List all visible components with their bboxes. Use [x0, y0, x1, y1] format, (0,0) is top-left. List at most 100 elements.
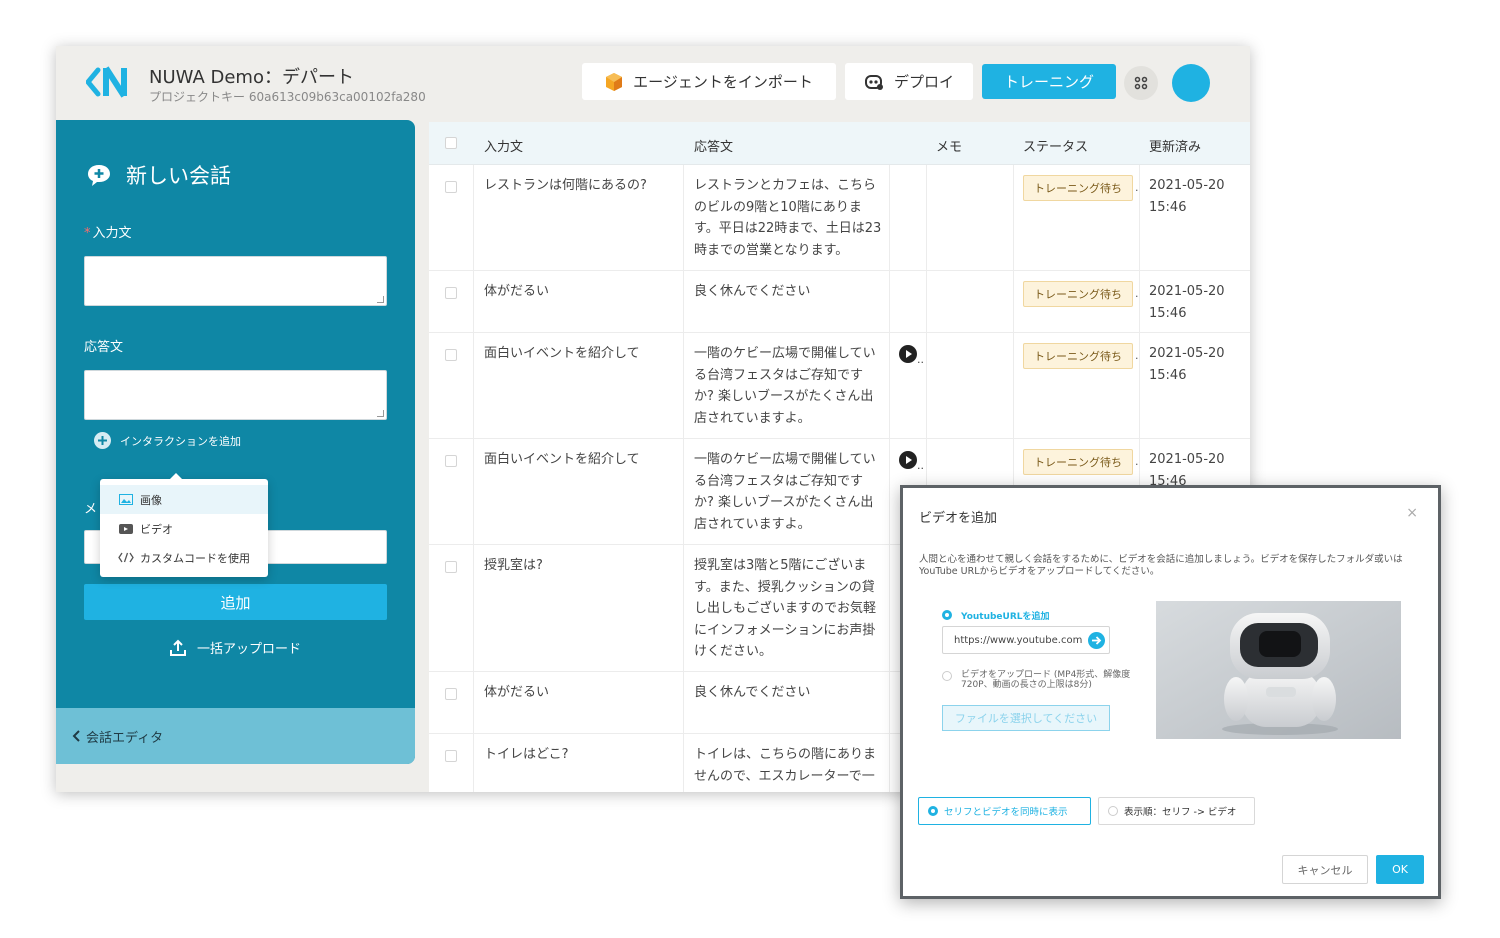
- input-label-text: 入力文: [92, 226, 132, 241]
- table-row[interactable]: 面白いイベントを紹介して 一階のケビー広場で開催している台湾フェスタはご存知です…: [429, 333, 1250, 439]
- panel-title-text: 新しい会話: [126, 164, 231, 188]
- status-badge: トレーニング待ち: [1023, 175, 1133, 201]
- row-response: 良く休んでください: [694, 284, 811, 299]
- youtube-url-input[interactable]: https://www.youtube.com: [942, 626, 1110, 654]
- modal-description: 人間と心を通わせて親しく会話をするために、ビデオを会話に追加しましょう。ビデオを…: [919, 554, 1403, 577]
- code-icon: [118, 552, 134, 563]
- menu-item-image[interactable]: 画像: [100, 485, 268, 514]
- row-response: 一階のケビー広場で開催している台湾フェスタはご存知ですか? 楽しいブースがたくさ…: [694, 346, 876, 426]
- response-label: 応答文: [84, 340, 124, 355]
- row-checkbox[interactable]: [445, 287, 457, 299]
- column-status[interactable]: ステータス: [1023, 136, 1088, 155]
- row-checkbox[interactable]: [445, 181, 457, 193]
- status-overflow: .: [1135, 455, 1139, 468]
- row-memo[interactable]: ..: [899, 451, 924, 477]
- status-badge: トレーニング待ち: [1023, 281, 1133, 307]
- training-button[interactable]: トレーニング: [982, 64, 1116, 99]
- chat-plus-icon: [86, 163, 112, 187]
- play-icon[interactable]: [899, 451, 917, 469]
- conversation-editor-toggle[interactable]: 会話エディタ: [56, 708, 415, 764]
- column-input[interactable]: 入力文: [484, 136, 523, 155]
- ok-button[interactable]: OK: [1376, 855, 1424, 884]
- modal-title: ビデオを追加: [919, 511, 998, 526]
- close-icon[interactable]: ×: [1406, 505, 1418, 521]
- row-checkbox[interactable]: [445, 688, 457, 700]
- app-title: NUWA Demo：デパート: [149, 67, 354, 88]
- nuwa-logo: [86, 66, 127, 98]
- status-overflow: .: [1135, 349, 1139, 362]
- column-response[interactable]: 応答文: [694, 136, 733, 155]
- video-icon: [118, 523, 134, 534]
- youtube-option-label[interactable]: YoutubeURLを追加: [961, 609, 1050, 622]
- row-checkbox[interactable]: [445, 455, 457, 467]
- apps-grid-icon[interactable]: [1124, 66, 1158, 100]
- memo-ellipsis: ..: [917, 459, 924, 472]
- response-textarea[interactable]: [84, 370, 387, 420]
- menu-item-custom-code-label: カスタムコードを使用: [140, 551, 250, 565]
- avatar[interactable]: [1172, 64, 1210, 102]
- display-sequential-option[interactable]: 表示順：セリフ -> ビデオ: [1098, 797, 1255, 825]
- row-updated: 2021-05-20 15:46: [1149, 284, 1225, 321]
- status-overflow: .: [1135, 287, 1139, 300]
- row-checkbox[interactable]: [445, 349, 457, 361]
- status-badge: トレーニング待ち: [1023, 343, 1133, 369]
- youtube-url-value: https://www.youtube.com: [954, 634, 1083, 646]
- row-updated: 2021-05-20 15:46: [1149, 346, 1225, 383]
- row-checkbox[interactable]: [445, 750, 457, 762]
- arrow-right-icon[interactable]: [1088, 632, 1105, 649]
- play-icon[interactable]: [899, 345, 917, 363]
- upload-option-radio[interactable]: [942, 671, 952, 681]
- display-sequential-radio[interactable]: [1108, 806, 1118, 816]
- row-input: トイレはどこ?: [484, 747, 569, 762]
- table-row[interactable]: 体がだるい 良く休んでください トレーニング待ち . 2021-05-20 15…: [429, 271, 1250, 333]
- column-memo[interactable]: メモ: [936, 136, 962, 155]
- row-input: レストランは何階にあるの?: [484, 178, 647, 193]
- bulk-upload-label: 一括アップロード: [197, 642, 302, 657]
- row-checkbox[interactable]: [445, 561, 457, 573]
- memo-ellipsis: ..: [917, 353, 924, 366]
- import-agent-button[interactable]: エージェントをインポート: [582, 63, 836, 100]
- status-badge: トレーニング待ち: [1023, 449, 1133, 475]
- table-header: 入力文 応答文 メモ ステータス 更新済み: [429, 122, 1250, 165]
- display-simultaneous-option[interactable]: セリフとビデオを同時に表示: [918, 797, 1091, 825]
- bulk-upload-button[interactable]: 一括アップロード: [169, 638, 301, 657]
- table-row[interactable]: レストランは何階にあるの? レストランとカフェは、こちらのビルの9階と10階にあ…: [429, 165, 1250, 271]
- upload-icon: [169, 639, 187, 657]
- status-overflow: .: [1135, 181, 1139, 194]
- panel-title: 新しい会話: [86, 160, 231, 190]
- memo-label: メ: [84, 502, 98, 517]
- menu-item-custom-code[interactable]: カスタムコードを使用: [100, 543, 268, 572]
- display-simultaneous-radio[interactable]: [928, 806, 938, 816]
- row-response: レストランとカフェは、こちらのビルの9階と10階にあります。平日は22時まで、土…: [694, 178, 882, 258]
- cancel-button[interactable]: キャンセル: [1282, 855, 1368, 884]
- row-response: 授乳室は3階と5階にございます。また、授乳クッションの貸し出しもございますのでお…: [694, 558, 877, 659]
- column-updated[interactable]: 更新済み: [1149, 136, 1201, 155]
- cube-icon: [605, 72, 623, 92]
- interaction-type-menu: 画像 ビデオ カスタムコードを使用: [100, 473, 268, 577]
- add-interaction-button[interactable]: インタラクションを追加: [94, 432, 241, 449]
- add-button[interactable]: 追加: [84, 584, 387, 620]
- row-input: 体がだるい: [484, 284, 550, 299]
- input-textarea[interactable]: [84, 256, 387, 306]
- robot-icon: [864, 73, 884, 91]
- menu-item-video-label: ビデオ: [140, 522, 173, 536]
- row-input: 面白いイベントを紹介して: [484, 346, 640, 361]
- display-sequential-label: 表示順：セリフ -> ビデオ: [1124, 807, 1237, 818]
- deploy-label: デプロイ: [893, 73, 954, 91]
- upload-option-label[interactable]: ビデオをアップロード (MP4形式、解像度720P、動画の長さの上限は8分): [961, 670, 1131, 690]
- row-memo[interactable]: ..: [899, 345, 924, 371]
- add-video-modal: ビデオを追加 × 人間と心を通わせて親しく会話をするために、ビデオを会話に追加し…: [900, 485, 1441, 899]
- video-preview-image: [1156, 601, 1401, 739]
- menu-item-video[interactable]: ビデオ: [100, 514, 268, 543]
- choose-file-button[interactable]: ファイルを選択してください: [942, 705, 1110, 731]
- row-input: 面白いイベントを紹介して: [484, 452, 640, 467]
- input-label: * 入力文: [84, 222, 132, 241]
- youtube-option-radio[interactable]: [942, 610, 952, 620]
- deploy-button[interactable]: デプロイ: [845, 63, 973, 100]
- select-all-checkbox[interactable]: [445, 137, 457, 149]
- row-input: 体がだるい: [484, 685, 550, 700]
- row-response: 一階のケビー広場で開催している台湾フェスタはご存知ですか? 楽しいブースがたくさ…: [694, 452, 876, 532]
- conversation-editor-label: 会話エディタ: [86, 730, 164, 746]
- row-updated: 2021-05-20 15:46: [1149, 178, 1225, 215]
- row-response: 良く休んでください: [694, 685, 811, 700]
